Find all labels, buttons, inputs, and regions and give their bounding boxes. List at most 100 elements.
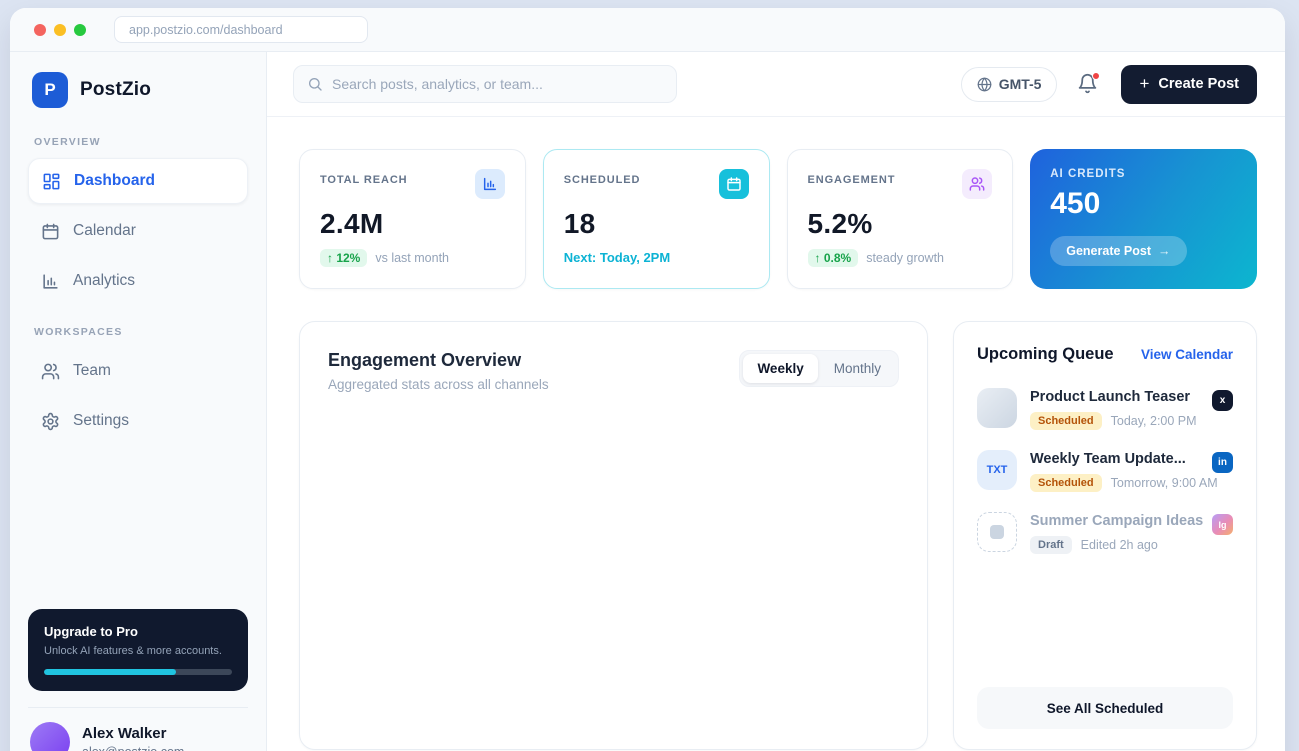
stat-card-engagement: ENGAGEMENT 5.2% ↑ 0.8% steady growth: [787, 149, 1014, 289]
section-label-workspaces: WORKSPACES: [34, 326, 242, 338]
stat-label: ENGAGEMENT: [808, 169, 896, 186]
section-label-overview: OVERVIEW: [34, 136, 242, 148]
address-bar-url: app.postzio.com/dashboard: [129, 23, 283, 37]
text-post-thumbnail: TXT: [977, 450, 1017, 490]
stat-card-total-reach: TOTAL REACH 2.4M ↑ 12% vs last month: [299, 149, 526, 289]
panel-subtitle: Aggregated stats across all channels: [328, 377, 549, 392]
stat-label: SCHEDULED: [564, 169, 641, 186]
linkedin-platform-icon: in: [1212, 452, 1233, 473]
sidebar-item-calendar[interactable]: Calendar: [28, 208, 248, 254]
sidebar: P PostZio OVERVIEW Dashboard Calendar An…: [10, 52, 267, 751]
ai-credits-value: 450: [1050, 187, 1237, 221]
window-minimize-button[interactable]: [54, 24, 66, 36]
stats-row: TOTAL REACH 2.4M ↑ 12% vs last month: [299, 149, 1257, 289]
post-title: Weekly Team Update...: [1030, 451, 1199, 467]
stat-note: steady growth: [866, 251, 944, 265]
user-profile[interactable]: Alex Walker alex@postzio.com: [28, 722, 248, 751]
upcoming-queue-panel: Upcoming Queue View Calendar Product Lau…: [953, 321, 1257, 750]
window-zoom-button[interactable]: [74, 24, 86, 36]
sidebar-item-label: Dashboard: [74, 172, 155, 190]
timezone-label: GMT-5: [999, 76, 1042, 92]
users-icon: [41, 362, 60, 381]
globe-icon: [977, 77, 992, 92]
delta-badge: ↑ 0.8%: [808, 249, 859, 267]
main-header: GMT-5 + Create Post: [267, 52, 1285, 117]
upgrade-subtitle: Unlock AI features & more accounts.: [44, 645, 232, 657]
logo-icon: P: [32, 72, 68, 108]
sidebar-item-label: Analytics: [73, 272, 135, 290]
next-scheduled-note: Next: Today, 2PM: [564, 250, 749, 265]
sidebar-item-label: Calendar: [73, 222, 136, 240]
calendar-icon: [719, 169, 749, 199]
search-icon: [307, 76, 323, 92]
stat-value: 18: [564, 208, 749, 240]
app-logo: P PostZio: [28, 70, 248, 118]
notifications-button[interactable]: [1077, 73, 1099, 95]
toggle-weekly[interactable]: Weekly: [743, 354, 817, 383]
generate-post-label: Generate Post: [1066, 244, 1151, 258]
status-badge: Scheduled: [1030, 412, 1102, 430]
timezone-selector[interactable]: GMT-5: [961, 67, 1058, 102]
x-platform-icon: x: [1212, 390, 1233, 411]
queue-title: Upcoming Queue: [977, 345, 1114, 364]
arrow-right-icon: →: [1158, 244, 1171, 258]
post-time: Tomorrow, 9:00 AM: [1111, 476, 1218, 490]
ai-credits-label: AI CREDITS: [1050, 168, 1237, 180]
upgrade-progress-fill: [44, 669, 176, 675]
app-window: app.postzio.com/dashboard P PostZio OVER…: [10, 8, 1285, 751]
sidebar-item-settings[interactable]: Settings: [28, 398, 248, 444]
window-close-button[interactable]: [34, 24, 46, 36]
address-bar[interactable]: app.postzio.com/dashboard: [114, 16, 368, 43]
avatar: [30, 722, 70, 751]
queue-item[interactable]: Product Launch Teaser Scheduled Today, 2…: [977, 388, 1233, 430]
sidebar-item-label: Team: [73, 362, 111, 380]
main-area: GMT-5 + Create Post TOTAL REACH: [267, 52, 1285, 751]
queue-item[interactable]: Summer Campaign Ideas Draft Edited 2h ag…: [977, 512, 1233, 554]
upgrade-title: Upgrade to Pro: [44, 624, 232, 639]
dashboard-content: TOTAL REACH 2.4M ↑ 12% vs last month: [267, 117, 1285, 751]
upgrade-progress-bar: [44, 669, 232, 675]
draft-thumbnail: [977, 512, 1017, 552]
instagram-platform-icon: Ig: [1212, 514, 1233, 535]
sidebar-item-team[interactable]: Team: [28, 348, 248, 394]
upgrade-to-pro-card[interactable]: Upgrade to Pro Unlock AI features & more…: [28, 609, 248, 691]
toggle-monthly[interactable]: Monthly: [820, 354, 895, 383]
post-time: Today, 2:00 PM: [1111, 414, 1197, 428]
grid-icon: [42, 172, 61, 191]
search-box: [293, 65, 677, 103]
status-badge: Draft: [1030, 536, 1072, 554]
post-thumbnail: [977, 388, 1017, 428]
stat-value: 2.4M: [320, 208, 505, 240]
user-email: alex@postzio.com: [82, 745, 184, 751]
see-all-scheduled-button[interactable]: See All Scheduled: [977, 687, 1233, 729]
post-title: Summer Campaign Ideas: [1030, 513, 1199, 529]
browser-bar: app.postzio.com/dashboard: [10, 8, 1285, 52]
delta-badge: ↑ 12%: [320, 249, 367, 267]
bar-chart-icon: [475, 169, 505, 199]
sidebar-item-label: Settings: [73, 412, 129, 430]
post-title: Product Launch Teaser: [1030, 389, 1199, 405]
app-name: PostZio: [80, 79, 151, 101]
queue-item[interactable]: TXT Weekly Team Update... Scheduled Tomo…: [977, 450, 1233, 492]
sidebar-item-dashboard[interactable]: Dashboard: [28, 158, 248, 204]
stat-label: TOTAL REACH: [320, 169, 408, 186]
stat-value: 5.2%: [808, 208, 993, 240]
ai-credits-card: AI CREDITS 450 Generate Post →: [1030, 149, 1257, 289]
calendar-icon: [41, 222, 60, 241]
generate-post-button[interactable]: Generate Post →: [1050, 236, 1186, 266]
post-time: Edited 2h ago: [1081, 538, 1158, 552]
stat-note: vs last month: [375, 251, 449, 265]
plus-icon: +: [1139, 74, 1149, 94]
sidebar-divider: [28, 707, 248, 708]
notification-dot: [1092, 72, 1100, 80]
sidebar-item-analytics[interactable]: Analytics: [28, 258, 248, 304]
period-toggle: Weekly Monthly: [739, 350, 899, 387]
create-post-button[interactable]: + Create Post: [1121, 65, 1257, 104]
engagement-overview-panel: Engagement Overview Aggregated stats acr…: [299, 321, 928, 750]
create-post-label: Create Post: [1158, 76, 1239, 92]
search-input[interactable]: [332, 76, 663, 92]
status-badge: Scheduled: [1030, 474, 1102, 492]
stat-card-scheduled: SCHEDULED 18 Next: Today, 2PM: [543, 149, 770, 289]
gear-icon: [41, 412, 60, 431]
view-calendar-link[interactable]: View Calendar: [1141, 347, 1233, 362]
